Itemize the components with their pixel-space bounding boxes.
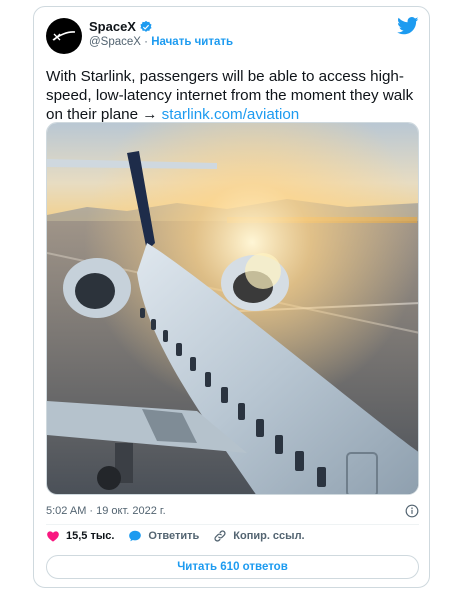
twitter-bird-icon[interactable] bbox=[397, 17, 419, 35]
timestamp-row: 5:02 AM · 19 окт. 2022 г. bbox=[46, 504, 419, 518]
starlink-link[interactable]: starlink.com/aviation bbox=[162, 106, 300, 123]
link-icon bbox=[214, 530, 226, 542]
avatar[interactable] bbox=[46, 18, 82, 54]
spacex-logo-icon bbox=[52, 31, 76, 41]
tweet-image[interactable] bbox=[46, 122, 419, 495]
read-replies-button[interactable]: Читать 610 ответов bbox=[46, 555, 419, 579]
author-row: SpaceX bbox=[89, 19, 153, 34]
heart-icon bbox=[47, 531, 59, 542]
action-bar: 15,5 тыс. Ответить Копир. ссыл. bbox=[46, 529, 305, 543]
separator-dot: · bbox=[144, 36, 148, 48]
author-name[interactable]: SpaceX bbox=[89, 19, 136, 34]
reply-label: Ответить bbox=[148, 530, 200, 542]
like-count: 15,5 тыс. bbox=[66, 530, 115, 542]
copy-link-label: Копир. ссыл. bbox=[233, 530, 305, 542]
reply-bubble-icon bbox=[129, 530, 142, 542]
handle-row: @SpaceX · Начать читать bbox=[89, 36, 233, 48]
like-button[interactable]: 15,5 тыс. bbox=[46, 529, 114, 543]
verified-badge-icon bbox=[140, 20, 152, 32]
reply-button[interactable]: Ответить bbox=[128, 529, 199, 543]
timestamp[interactable]: 5:02 AM · 19 окт. 2022 г. bbox=[46, 505, 166, 517]
follow-button[interactable]: Начать читать bbox=[151, 36, 233, 48]
tweet-text: With Starlink, passengers will be able t… bbox=[46, 67, 416, 124]
copy-link-button[interactable]: Копир. ссыл. bbox=[213, 529, 305, 543]
airplane-photo bbox=[47, 123, 418, 494]
info-icon[interactable] bbox=[405, 504, 419, 518]
tweet-card: SpaceX @SpaceX · Начать читать With Star… bbox=[33, 6, 430, 588]
author-handle[interactable]: @SpaceX bbox=[89, 36, 141, 48]
divider bbox=[46, 524, 419, 525]
